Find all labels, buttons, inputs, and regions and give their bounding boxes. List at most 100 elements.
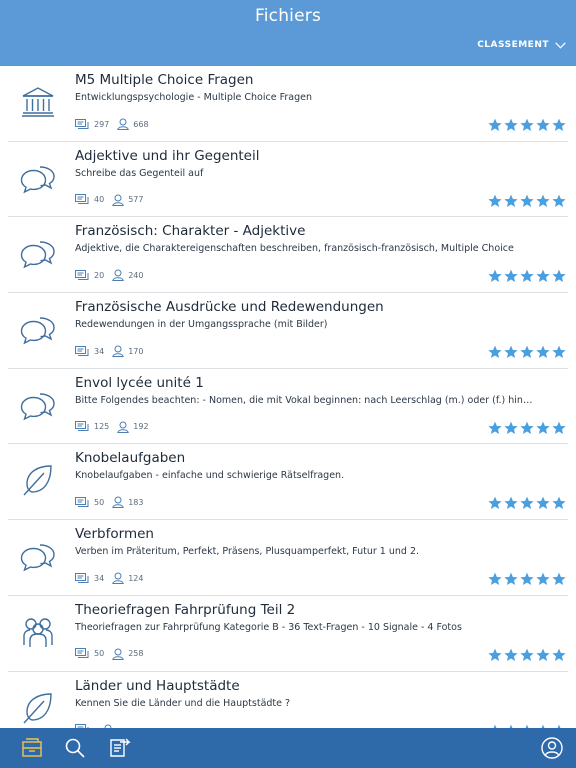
user-count-value: 258 (128, 649, 144, 659)
tab-library[interactable] (20, 736, 44, 760)
user-icon (112, 648, 124, 660)
item-description: Verben im Präteritum, Perfekt, Präsens, … (75, 546, 420, 558)
item-description: Kennen Sie die Länder und die Hauptstädt… (75, 697, 291, 709)
item-description: Knobelaufgaben - einfache und schwierige… (75, 470, 345, 482)
header-bar: Fichiers CLASSEMENT (0, 0, 576, 66)
item-title: Verbformen (75, 526, 154, 543)
cards-icon (75, 345, 89, 356)
item-stats: 34 124 (75, 572, 151, 585)
cards-icon (75, 572, 89, 583)
star-icon (504, 648, 518, 661)
item-title: Länder und Hauptstädte (75, 677, 240, 694)
star-icon (520, 118, 534, 131)
speech-bubbles-icon (18, 309, 58, 349)
list-item[interactable]: Verbformen Verben im Präteritum, Perfekt,… (0, 520, 576, 596)
card-count: 20 (75, 269, 104, 281)
user-icon (117, 421, 130, 433)
item-title: M5 Multiple Choice Fragen (75, 72, 254, 88)
user-count: 258 (112, 648, 143, 660)
card-count-value: 125 (94, 422, 110, 432)
card-count-value: 50 (94, 497, 105, 507)
item-title: Theoriefragen Fahrprüfung Teil 2 (75, 601, 296, 618)
user-count-value: 668 (133, 119, 149, 129)
list-item[interactable]: M5 Multiple Choice Fragen Entwicklungspsy… (0, 66, 576, 142)
star-icon (504, 497, 518, 510)
item-description: Entwicklungspsychologie - Multiple Choic… (75, 92, 312, 103)
profile-icon (541, 737, 563, 759)
star-icon (520, 497, 534, 510)
user-count: 124 (112, 572, 144, 585)
tab-search[interactable] (63, 736, 87, 760)
people-group-icon (18, 612, 58, 652)
list-item[interactable]: Theoriefragen Fahrprüfung Teil 2 Theorief… (0, 596, 576, 672)
star-icon (488, 118, 502, 131)
speech-bubbles-icon (18, 536, 58, 576)
list-item[interactable]: Französische Ausdrücke und Redewendungen… (0, 293, 576, 369)
star-rating (488, 345, 566, 359)
star-icon (552, 648, 566, 661)
list-item[interactable]: Französisch: Charakter - Adjektive Adjekt… (0, 217, 576, 293)
card-count-value: 34 (94, 346, 105, 356)
item-stats: 50 258 (75, 648, 151, 660)
sort-label: CLASSEMENT (477, 40, 549, 50)
cards-icon (75, 648, 89, 659)
tab-profile[interactable] (540, 736, 564, 760)
item-title: Französische Ausdrücke und Redewendungen (75, 299, 384, 316)
list-item[interactable]: Knobelaufgaben Knobelaufgaben - einfache … (0, 444, 576, 520)
page-title: Fichiers (254, 6, 321, 26)
item-description: Adjektive, die Charaktereigenschaften be… (75, 243, 514, 255)
star-icon (552, 345, 566, 359)
user-count-value: 192 (133, 422, 149, 432)
user-icon (112, 572, 124, 585)
cards-icon (75, 421, 89, 432)
item-stats: 297 668 (75, 118, 157, 130)
star-icon (552, 421, 566, 434)
card-count: 50 (75, 496, 105, 508)
star-icon (488, 194, 502, 207)
card-count-value: 40 (94, 195, 105, 205)
card-count: 34 (75, 345, 105, 357)
tab-import[interactable] (107, 736, 131, 760)
cards-icon (75, 496, 89, 507)
card-count-value: 297 (94, 119, 110, 129)
sort-button[interactable]: CLASSEMENT (477, 40, 566, 50)
star-icon (536, 648, 550, 661)
user-count-value: 124 (128, 573, 144, 583)
item-stats: 20 240 (75, 269, 151, 282)
card-count-value: 34 (94, 573, 105, 583)
item-title: Französisch: Charakter - Adjektive (75, 223, 306, 240)
card-count: 34 (75, 572, 105, 584)
star-icon (552, 572, 566, 586)
item-description: Bitte Folgendes beachten: - Nomen, die m… (75, 394, 535, 406)
card-count: 297 (75, 118, 110, 130)
star-icon (488, 421, 502, 434)
item-description: Redewendungen in der Umgangssprache (mit… (75, 319, 328, 331)
star-icon (520, 269, 534, 283)
star-icon (504, 118, 518, 131)
star-icon (504, 345, 518, 359)
cards-icon (75, 269, 89, 280)
leaf-icon (18, 460, 58, 500)
list-item[interactable]: Adjektive und ihr Gegenteil Schreibe das … (0, 142, 576, 218)
star-icon (504, 421, 518, 434)
star-icon (552, 497, 566, 510)
star-icon (520, 421, 534, 434)
item-stats: 40 577 (75, 194, 151, 206)
star-icon (536, 572, 550, 586)
list-item[interactable]: Länder und Hauptstädte Kennen Sie die Län… (0, 672, 576, 728)
item-title: Knobelaufgaben (75, 450, 186, 467)
speech-bubbles-icon (18, 158, 58, 198)
card-count: 40 (75, 194, 104, 205)
star-rating (488, 194, 566, 208)
user-count: 183 (112, 496, 143, 509)
user-icon (112, 269, 124, 282)
user-count: 192 (117, 421, 149, 433)
item-title: Adjektive und ihr Gegenteil (75, 147, 260, 164)
star-icon (504, 572, 518, 586)
star-rating (488, 269, 566, 283)
card-count: 125 (75, 421, 109, 432)
card-count: 50 (75, 648, 104, 659)
star-icon (488, 345, 502, 359)
item-description: Theoriefragen zur Fahrprüfung Kategorie … (75, 621, 462, 633)
list-item[interactable]: Envol lycée unité 1 Bitte Folgendes beach… (0, 369, 576, 445)
